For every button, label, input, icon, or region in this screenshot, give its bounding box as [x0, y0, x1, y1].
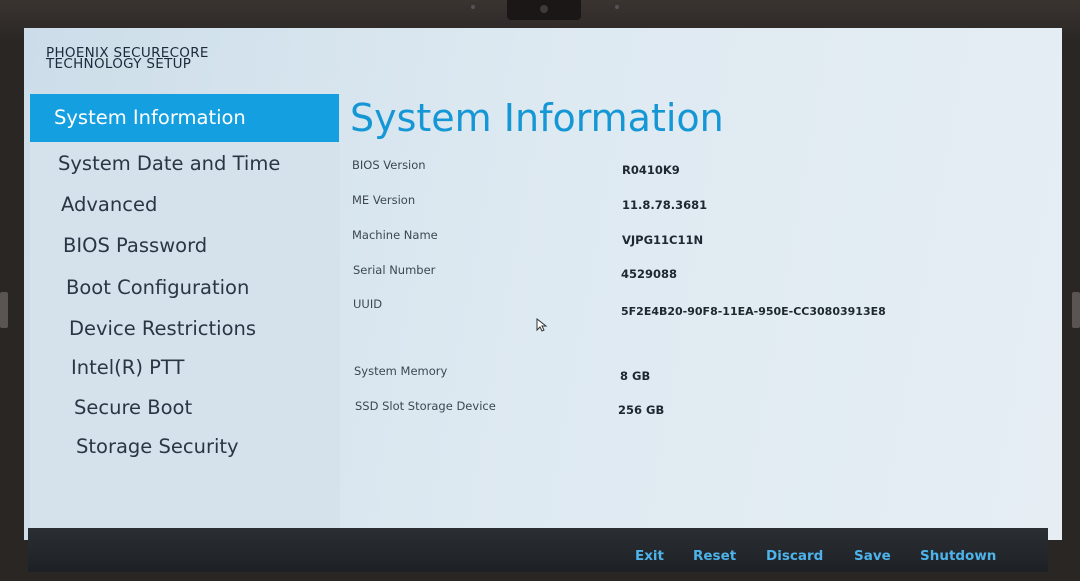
sidebar-item-label: Advanced [61, 193, 158, 216]
uuid-value: 5F2E4B20-90F8-11EA-950E-CC30803913E8 [621, 305, 886, 318]
action-bar: Exit Reset Discard Save Shutdown [28, 528, 1048, 572]
sidebar-item-device-restrictions[interactable]: Device Restrictions [30, 310, 340, 348]
sidebar-item-label: BIOS Password [63, 234, 208, 257]
webcam-lens [540, 5, 548, 13]
sidebar-item-label: System Date and Time [58, 152, 281, 175]
ssd-slot-label: SSD Slot Storage Device [355, 399, 496, 413]
bezel-clip-right [1072, 292, 1080, 328]
sidebar-item-bios-password[interactable]: BIOS Password [30, 227, 340, 265]
bios-version-value: R0410K9 [622, 163, 680, 177]
serial-number-label: Serial Number [353, 263, 436, 277]
sidebar-menu: System Information System Date and Time … [30, 94, 340, 540]
reset-button[interactable]: Reset [693, 548, 736, 564]
me-version-label: ME Version [352, 193, 416, 207]
sidebar-item-boot-configuration[interactable]: Boot Configuration [30, 269, 340, 307]
sidebar-item-label: Intel(R) PTT [71, 356, 185, 379]
system-memory-value: 8 GB [620, 369, 651, 383]
uuid-label: UUID [353, 297, 383, 311]
sidebar-item-advanced[interactable]: Advanced [30, 186, 340, 224]
discard-button[interactable]: Discard [766, 548, 823, 564]
sidebar-item-label: Secure Boot [74, 396, 193, 419]
page-title: System Information [350, 96, 724, 140]
machine-name-label: Machine Name [352, 228, 438, 242]
system-memory-label: System Memory [354, 364, 448, 378]
mouse-pointer-icon [536, 318, 548, 332]
sidebar-item-system-date-and-time[interactable]: System Date and Time [30, 145, 340, 183]
microphone-dot [471, 5, 475, 9]
serial-number-value: 4529088 [621, 267, 678, 281]
shutdown-button[interactable]: Shutdown [920, 548, 996, 564]
brand-line-2: TECHNOLOGY SETUP [46, 56, 192, 72]
bios-screen: PHOENIX SECURECORE TECHNOLOGY SETUP Syst… [24, 28, 1062, 540]
sidebar-item-intel-ptt[interactable]: Intel(R) PTT [30, 349, 340, 387]
bezel-clip-left [0, 292, 8, 328]
machine-name-value: VJPG11C11N [622, 233, 704, 247]
microphone-dot [615, 5, 619, 9]
sidebar-item-system-information[interactable]: System Information [30, 94, 339, 142]
exit-button[interactable]: Exit [635, 548, 664, 564]
save-button[interactable]: Save [854, 548, 891, 564]
sidebar-item-label: Boot Configuration [66, 276, 250, 299]
webcam [507, 0, 581, 20]
me-version-value: 11.8.78.3681 [622, 198, 708, 212]
sidebar-item-secure-boot[interactable]: Secure Boot [30, 389, 340, 427]
sidebar-item-label: Storage Security [76, 435, 239, 458]
setup-brand: PHOENIX SECURECORE TECHNOLOGY SETUP [46, 46, 209, 72]
ssd-slot-value: 256 GB [618, 403, 665, 417]
sidebar-item-label: Device Restrictions [69, 317, 257, 340]
sidebar-item-label: System Information [54, 106, 246, 129]
sidebar-item-storage-security[interactable]: Storage Security [30, 428, 340, 466]
bios-version-label: BIOS Version [352, 158, 426, 172]
